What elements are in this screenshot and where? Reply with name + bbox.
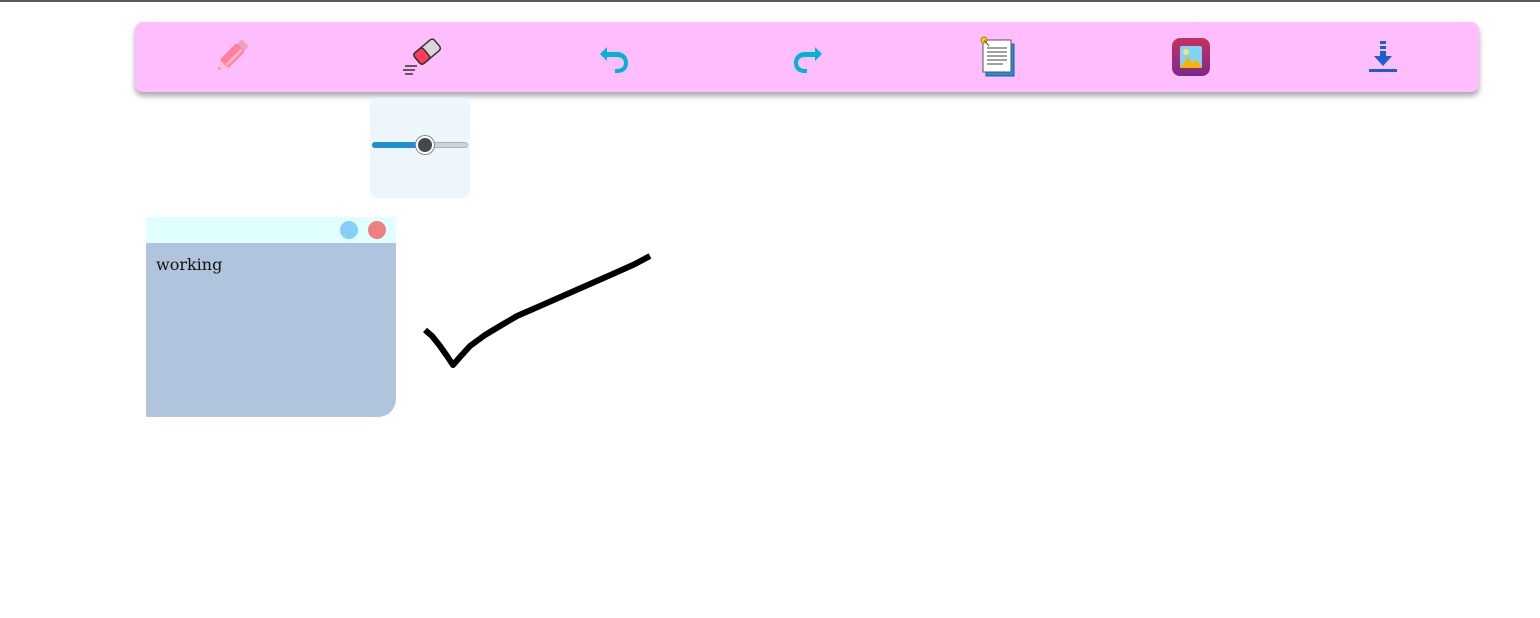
pen-icon — [217, 40, 248, 71]
stroke-size-panel — [370, 98, 470, 198]
sticky-note-icon — [980, 36, 1015, 77]
redo-button[interactable] — [783, 33, 831, 81]
eraser-tool-button[interactable] — [399, 33, 447, 81]
drawing-toolbar — [135, 22, 1479, 92]
download-icon — [1369, 41, 1397, 72]
pen-tool-button[interactable] — [207, 33, 255, 81]
slider-thumb[interactable] — [415, 136, 434, 154]
eraser-icon — [403, 38, 442, 75]
note-close-button[interactable] — [368, 221, 386, 239]
checkmark-stroke — [423, 253, 652, 368]
add-image-button[interactable] — [1167, 33, 1215, 81]
image-icon — [1172, 38, 1210, 76]
download-button[interactable] — [1359, 33, 1407, 81]
stroke-size-slider[interactable] — [372, 136, 468, 154]
add-note-button[interactable] — [975, 33, 1023, 81]
note-color-button[interactable] — [340, 221, 358, 239]
redo-icon — [794, 47, 822, 73]
window-top-border — [0, 0, 1540, 2]
sticky-note[interactable]: working — [146, 217, 396, 417]
undo-icon — [600, 47, 628, 73]
undo-button[interactable] — [591, 33, 639, 81]
note-text[interactable]: working — [156, 255, 386, 274]
note-header[interactable] — [146, 217, 396, 243]
